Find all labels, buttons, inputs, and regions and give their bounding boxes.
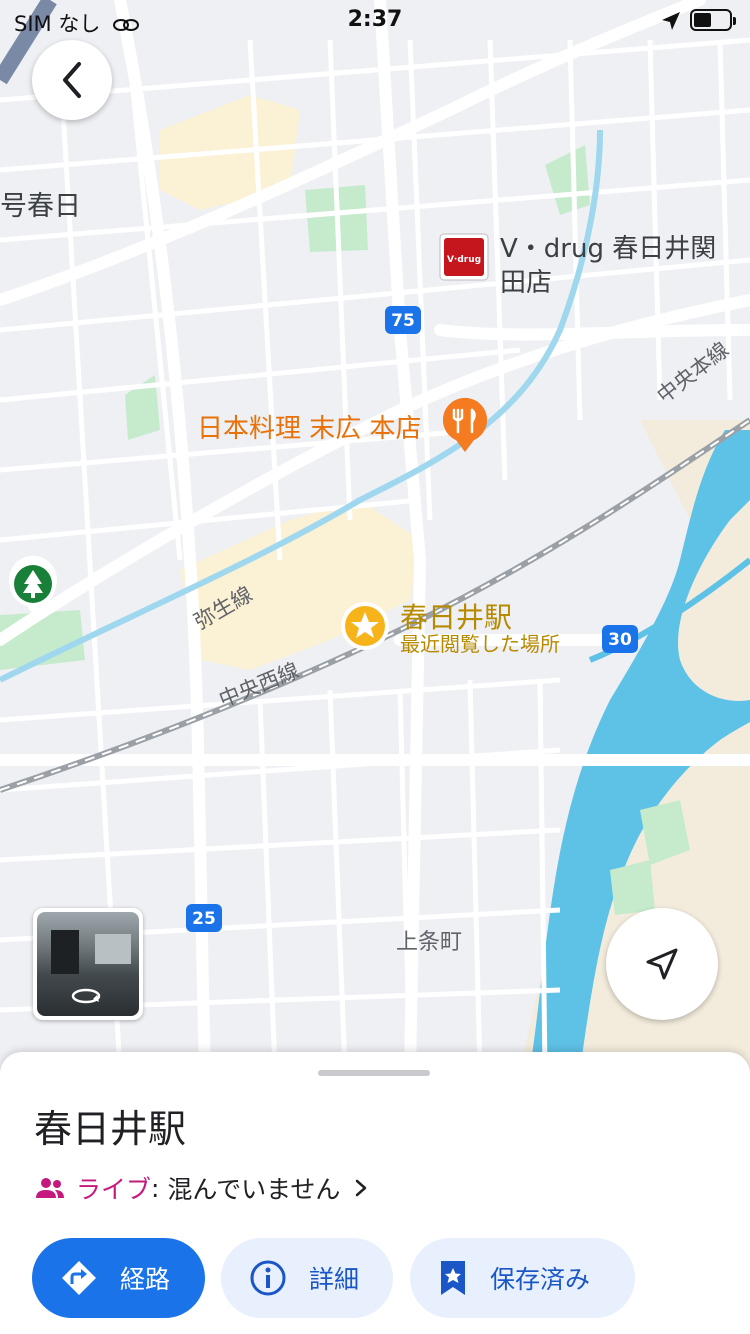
back-arrow-icon xyxy=(63,62,81,98)
station-pin[interactable] xyxy=(341,602,389,650)
back-button[interactable] xyxy=(32,40,112,120)
map-label-town: 上条町 xyxy=(396,930,463,955)
route-30-label: 30 xyxy=(608,630,632,650)
live-busyness-row[interactable]: ライブ: 混んでいません xyxy=(34,1170,368,1206)
sheet-drag-handle[interactable] xyxy=(318,1070,430,1076)
map-label-district: 号春日 xyxy=(0,191,81,222)
battery-fill xyxy=(694,13,711,27)
map-label-vdrug-line2[interactable]: 田店 xyxy=(500,262,552,299)
vdrug-pin[interactable]: V·drug xyxy=(439,233,489,281)
battery-icon xyxy=(690,9,736,31)
live-separator: : xyxy=(151,1173,160,1203)
directions-button[interactable]: 経路 xyxy=(32,1238,205,1318)
map-label-vdrug-line1[interactable]: V・drug 春日井関 xyxy=(500,228,716,265)
directions-icon xyxy=(62,1261,96,1295)
details-label: 詳細 xyxy=(309,1265,360,1294)
bookmark-star-icon xyxy=(441,1261,465,1295)
map-label-station-sub: 最近閲覧した場所 xyxy=(400,632,560,656)
route-25-label: 25 xyxy=(192,909,216,929)
battery-tip xyxy=(733,17,736,25)
route-25-shield: 25 xyxy=(186,904,222,932)
navigation-arrow-icon xyxy=(646,948,678,980)
saved-button[interactable]: 保存済み xyxy=(410,1238,635,1318)
map-label-restaurant[interactable]: 日本料理 末広 本店 xyxy=(197,408,422,445)
status-bar: SIM なし 2:37 xyxy=(0,0,750,44)
live-label: ライブ xyxy=(76,1175,152,1204)
my-location-button[interactable] xyxy=(606,908,718,1020)
chevron-right-icon xyxy=(356,1179,367,1197)
people-icon xyxy=(36,1178,64,1198)
route-30-shield: 30 xyxy=(602,625,638,653)
info-icon xyxy=(250,1260,286,1296)
route-75-shield: 75 xyxy=(385,306,421,334)
place-bottom-sheet[interactable]: 春日井駅 ライブ: 混んでいません 経路 詳細 保存済み xyxy=(0,1052,750,1334)
route-75-label: 75 xyxy=(391,311,415,331)
rotate-360-icon xyxy=(71,988,101,1004)
location-services-icon xyxy=(662,12,680,30)
vdrug-logo-text: V·drug xyxy=(447,255,481,265)
live-status: 混んでいません xyxy=(167,1175,341,1204)
street-view-thumbnail[interactable] xyxy=(33,908,143,1020)
details-button[interactable]: 詳細 xyxy=(221,1238,393,1318)
directions-label: 経路 xyxy=(120,1265,171,1294)
status-time: 2:37 xyxy=(347,7,403,32)
place-title: 春日井駅 xyxy=(34,1107,187,1151)
saved-label: 保存済み xyxy=(490,1265,591,1294)
